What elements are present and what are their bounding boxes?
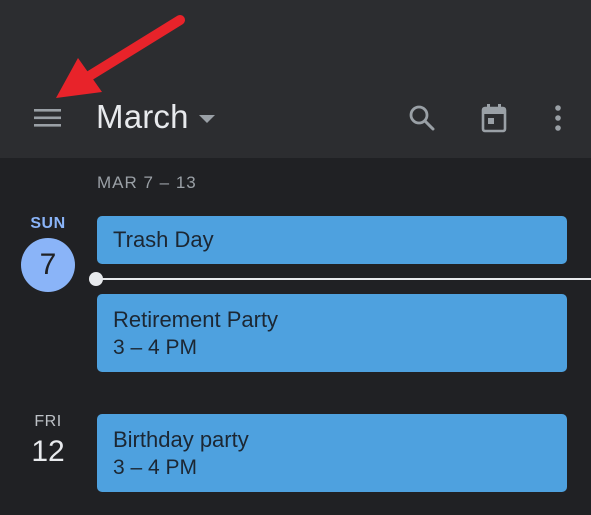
- event-title: Trash Day: [113, 227, 214, 252]
- calendar-app: March MAR 7 – 13 SUN 7 Trash Day Retirem…: [0, 0, 591, 515]
- month-selector[interactable]: March: [96, 92, 215, 142]
- day-of-week-label: FRI: [34, 413, 62, 430]
- event-retirement-party[interactable]: Retirement Party 3 – 4 PM: [97, 294, 567, 372]
- menu-icon: [34, 109, 61, 127]
- more-options-button[interactable]: [536, 96, 580, 140]
- day-header-sun: SUN 7: [12, 215, 84, 292]
- event-time: 3 – 4 PM: [113, 456, 198, 479]
- month-label: March: [96, 98, 189, 135]
- event-trash-day[interactable]: Trash Day: [97, 216, 567, 264]
- current-time-dot: [89, 272, 103, 286]
- day-header-fri: FRI 12: [12, 413, 84, 469]
- day-of-week-label: SUN: [30, 215, 66, 232]
- event-birthday-party[interactable]: Birthday party 3 – 4 PM: [97, 414, 567, 492]
- event-time: 3 – 4 PM: [113, 336, 198, 359]
- today-date-badge[interactable]: 7: [21, 238, 75, 292]
- calendar-today-icon: [481, 104, 507, 133]
- search-button[interactable]: [400, 96, 444, 140]
- current-time-line: [96, 278, 591, 280]
- menu-button[interactable]: [20, 96, 76, 140]
- date-number[interactable]: 12: [12, 435, 84, 469]
- search-icon: [409, 105, 435, 131]
- week-range-label: MAR 7 – 13: [97, 173, 197, 192]
- event-title: Birthday party: [113, 427, 249, 452]
- more-vert-icon: [555, 105, 561, 131]
- chevron-down-icon: [198, 115, 215, 123]
- today-button[interactable]: [472, 96, 516, 140]
- event-title: Retirement Party: [113, 307, 279, 332]
